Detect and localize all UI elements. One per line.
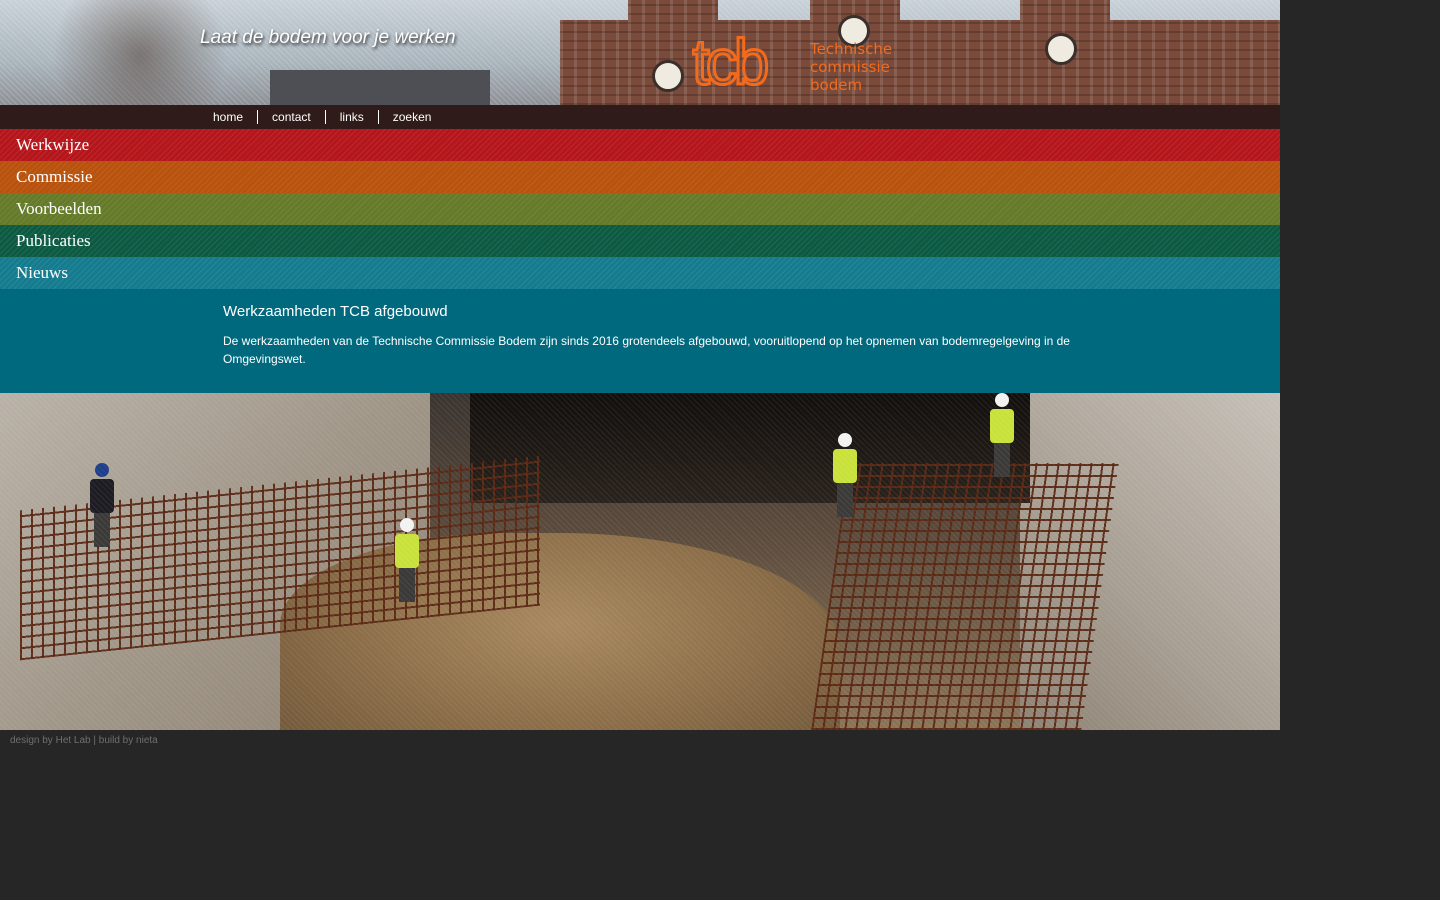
photo-hatch-overlay bbox=[0, 393, 1280, 730]
top-navigation: home contact links zoeken bbox=[0, 105, 1280, 129]
topnav-link-home[interactable]: home bbox=[213, 110, 243, 124]
topnav-link-zoeken[interactable]: zoeken bbox=[393, 110, 432, 124]
topnav-item-links: links bbox=[324, 110, 378, 124]
menu-item-voorbeelden[interactable]: Voorbeelden bbox=[0, 193, 1280, 225]
logo-line-2: commissie bbox=[810, 58, 890, 76]
news-body: De werkzaamheden van de Technische Commi… bbox=[223, 334, 1070, 366]
menu-item-commissie[interactable]: Commissie bbox=[0, 161, 1280, 193]
menu-item-nieuws[interactable]: Nieuws bbox=[0, 257, 1280, 289]
header-banner: Laat de bodem voor je werken tcb Technis… bbox=[0, 0, 1280, 105]
tagline: Laat de bodem voor je werken bbox=[200, 27, 456, 48]
footer-designer-link[interactable]: Het Lab bbox=[56, 735, 91, 746]
logo-line-1: Technische bbox=[809, 40, 892, 58]
news-title[interactable]: Werkzaamheden TCB afgebouwd bbox=[223, 303, 448, 320]
main-menu: Werkwijze Commissie Voorbeelden Publicat… bbox=[0, 129, 1280, 289]
station-building-right bbox=[1110, 20, 1280, 105]
tree-silhouette bbox=[40, 0, 240, 105]
clock-icon bbox=[652, 60, 684, 92]
menu-item-werkwijze[interactable]: Werkwijze bbox=[0, 129, 1280, 161]
footer-separator: | build by bbox=[90, 735, 137, 746]
topnav-link-contact[interactable]: contact bbox=[272, 110, 311, 124]
building-roof bbox=[270, 70, 490, 105]
logo-mark: tcb bbox=[692, 26, 767, 98]
news-panel: Werkzaamheden TCB afgebouwd De werkzaamh… bbox=[0, 289, 1280, 393]
topnav-item-contact: contact bbox=[257, 110, 325, 124]
footer-builder-link[interactable]: nieta bbox=[136, 735, 158, 746]
footer-credits: design by Het Lab | build by nieta bbox=[0, 730, 1280, 746]
construction-photo bbox=[0, 393, 1280, 730]
topnav-link-links[interactable]: links bbox=[340, 110, 364, 124]
tcb-logo[interactable]: tcb Technische commissie bodem bbox=[692, 26, 902, 98]
menu-item-publicaties[interactable]: Publicaties bbox=[0, 225, 1280, 257]
footer-prefix: design by bbox=[10, 735, 56, 746]
topnav-item-zoeken: zoeken bbox=[377, 110, 446, 124]
logo-line-3: bodem bbox=[810, 76, 862, 94]
page: Laat de bodem voor je werken tcb Technis… bbox=[0, 0, 1280, 746]
topnav-item-home: home bbox=[199, 110, 257, 124]
clock-icon bbox=[1045, 33, 1077, 65]
